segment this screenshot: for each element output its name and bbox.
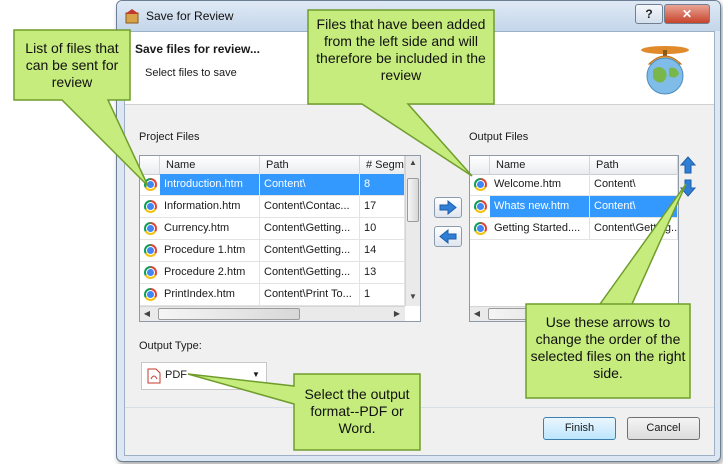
callout-top-text: Files that have been added from the left… <box>316 16 486 83</box>
callout-right-text: Use these arrows to change the order of … <box>530 314 686 381</box>
callout-bottom-text: Select the output format--PDF or Word. <box>304 386 410 436</box>
callout-left-text: List of files that can be sent for revie… <box>25 40 119 90</box>
